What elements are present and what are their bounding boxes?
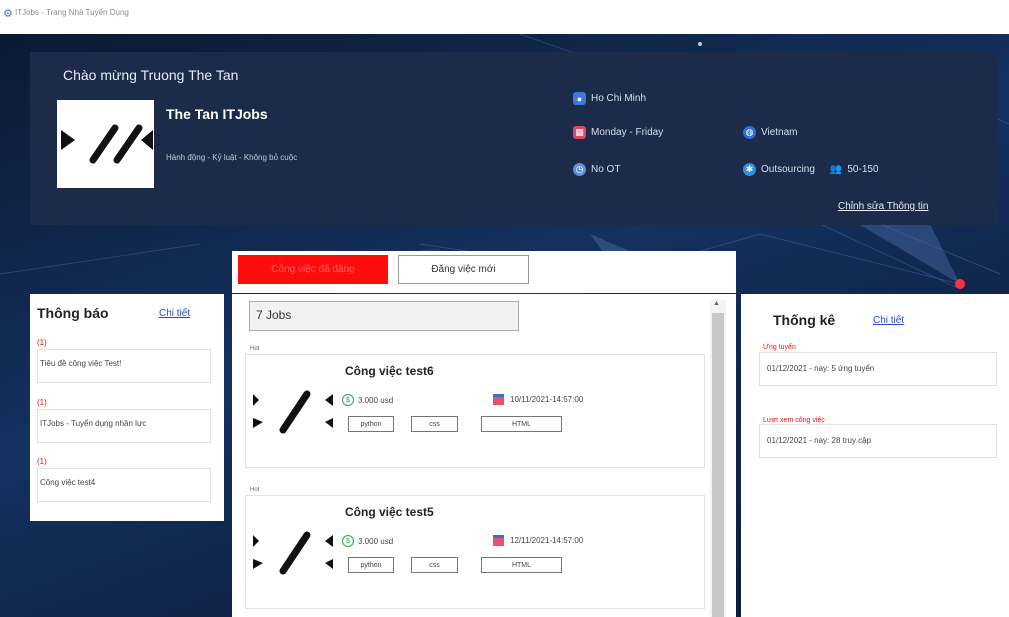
job-hot-label: Hot — [250, 487, 260, 493]
notifications-detail-link[interactable]: Chi tiết — [159, 308, 190, 319]
dollar-icon: $ — [342, 535, 354, 547]
notification-text: Công việc test4 — [37, 468, 211, 502]
company-type-text: Outsourcing — [761, 164, 815, 175]
company-slogan: Hành động - Kỷ luật - Không bỏ cuộc — [166, 153, 298, 162]
location-info: ● Ho Chi Minh — [573, 92, 646, 105]
dollar-icon: $ — [342, 394, 354, 406]
notification-item[interactable]: (1) Công việc test4 — [37, 457, 211, 502]
gear-icon: ✱ — [743, 163, 756, 176]
jobs-scroll-thumb[interactable] — [712, 313, 724, 617]
stat-job-views-value: 01/12/2021 - nay: 28 truy cập — [759, 424, 997, 458]
overtime-info: ◷ No OT — [573, 163, 620, 176]
calendar-icon — [493, 394, 504, 405]
workdays-info: ▦ Monday - Friday — [573, 126, 663, 139]
app-gear-icon: ⚙ — [3, 8, 13, 20]
job-date: 10/11/2021-14:57:00 — [493, 394, 583, 405]
skill-tag: python — [348, 557, 394, 573]
tab-posted-jobs[interactable]: Công việc đã đăng — [238, 255, 388, 284]
job-title[interactable]: Công việc test6 — [345, 364, 434, 378]
stats-title: Thống kê — [773, 312, 836, 328]
stat-label-applications: Ứng tuyển — [763, 344, 796, 351]
notification-item[interactable]: (1) Tiêu đề công việc Test! — [37, 338, 211, 383]
job-hot-label: Hot — [250, 346, 260, 352]
job-salary: $ 3.000 usd — [342, 535, 393, 547]
company-logo — [57, 100, 154, 188]
notification-count: (1) — [37, 457, 47, 466]
tab-post-new-job[interactable]: Đăng việc mới — [398, 255, 529, 284]
job-logo — [249, 358, 337, 444]
stats-detail-link[interactable]: Chi tiết — [873, 315, 904, 326]
stat-label-job-views: Lượt xem công việc — [763, 417, 825, 424]
window-title: ITJobs - Trang Nhà Tuyển Dụng — [15, 8, 129, 17]
notification-count: (1) — [37, 338, 47, 347]
job-title[interactable]: Công việc test5 — [345, 505, 434, 519]
job-date: 12/11/2021-14:57:00 — [493, 535, 583, 546]
job-date-text: 10/11/2021-14:57:00 — [510, 395, 584, 404]
country-text: Vietnam — [761, 127, 798, 138]
company-size-text: 50-150 — [847, 164, 879, 175]
company-type-info: ✱ Outsourcing 👥 50-150 — [743, 163, 879, 176]
location-text: Ho Chi Minh — [591, 93, 647, 104]
company-name: The Tan ITJobs — [166, 106, 268, 122]
skill-tag: HTML — [481, 416, 562, 432]
job-card[interactable]: Hot Công việc test6 $ 3.000 usd 10/11/20… — [245, 346, 705, 468]
job-salary-text: 3.000 usd — [358, 536, 394, 546]
skill-tag: python — [348, 416, 394, 432]
people-icon: 👥 — [829, 164, 843, 175]
job-date-text: 12/11/2021-14:57:00 — [510, 536, 584, 545]
notification-item[interactable]: (1) ITJobs - Tuyển dụng nhân lực — [37, 398, 211, 443]
notifications-title: Thông báo — [37, 305, 109, 321]
workdays-text: Monday - Friday — [591, 127, 664, 138]
overtime-text: No OT — [591, 164, 621, 175]
scroll-up-arrow-icon[interactable]: ▲ — [713, 300, 720, 307]
notification-text: Tiêu đề công việc Test! — [37, 349, 211, 383]
skill-tag: HTML — [481, 557, 562, 573]
clock-icon: ◷ — [573, 163, 586, 176]
globe-icon: ◍ — [743, 126, 756, 139]
notification-count: (1) — [37, 398, 47, 407]
jobs-count-field: 7 Jobs — [249, 301, 519, 331]
edit-info-link[interactable]: Chỉnh sửa Thông tin — [838, 201, 928, 212]
notification-text: ITJobs - Tuyển dụng nhân lực — [37, 409, 211, 443]
person-pin-icon: ● — [573, 92, 586, 105]
window-titlebar: ⚙ ITJobs - Trang Nhà Tuyển Dụng — [0, 0, 1009, 34]
job-salary-text: 3.000 usd — [358, 395, 394, 405]
job-salary: $ 3.000 usd — [342, 394, 393, 406]
stat-applications-value: 01/12/2021 - nay: 5 ứng tuyển — [759, 352, 997, 386]
skill-tag: css — [411, 557, 458, 573]
job-card[interactable]: Hot Công việc test5 $ 3.000 usd 12/11/20… — [245, 487, 705, 609]
welcome-text: Chào mừng Truong The Tan — [63, 67, 239, 83]
skill-tag: css — [411, 416, 458, 432]
job-logo — [249, 499, 337, 585]
calendar-icon — [493, 535, 504, 546]
country-info: ◍ Vietnam — [743, 126, 798, 139]
calendar-icon: ▦ — [573, 126, 586, 139]
